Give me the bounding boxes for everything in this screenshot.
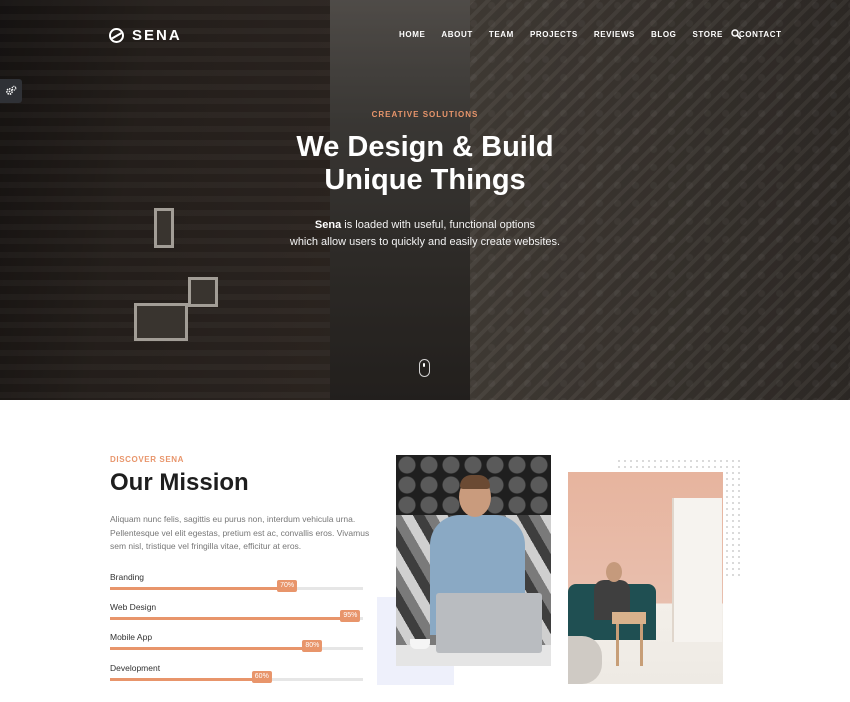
mission-eyebrow: DISCOVER SENA xyxy=(110,455,185,464)
skill-percent-badge: 60% xyxy=(251,671,272,683)
skill-percent-badge: 95% xyxy=(340,610,361,622)
photo-person-hair xyxy=(460,475,490,489)
hero-title-line-1: We Design & Build xyxy=(296,131,554,163)
skill-track: 70% xyxy=(110,580,363,592)
hero-content: CREATIVE SOLUTIONS We Design & Build Uni… xyxy=(0,110,850,251)
mission-title: Our Mission xyxy=(110,469,249,496)
skill-label: Development xyxy=(110,663,161,673)
photo-stool-leg xyxy=(616,624,619,666)
scroll-down-icon[interactable] xyxy=(419,359,430,377)
logo-icon xyxy=(109,28,124,43)
nav-item-contact[interactable]: CONTACT xyxy=(739,30,782,39)
photo-coffee-cup xyxy=(410,639,430,649)
skill-label: Branding xyxy=(110,572,145,582)
skill-track: 80% xyxy=(110,640,363,652)
nav-item-store[interactable]: STORE xyxy=(692,30,722,39)
nav-item-projects[interactable]: PROJECTS xyxy=(530,30,578,39)
skill-percent-badge: 70% xyxy=(277,580,298,592)
top-navigation: SENA HOME ABOUT TEAM PROJECTS REVIEWS BL… xyxy=(0,0,850,70)
skill-fill xyxy=(110,617,351,620)
photo-woman-with-laptop xyxy=(568,472,723,684)
hero-eyebrow: CREATIVE SOLUTIONS xyxy=(371,110,479,119)
photo-chair xyxy=(568,636,602,684)
skill-fill xyxy=(110,587,288,590)
skill-bar: Branding 70% xyxy=(110,572,363,602)
photo-person-head xyxy=(606,562,622,582)
photo-stool xyxy=(612,612,646,624)
nav-item-about[interactable]: ABOUT xyxy=(441,30,472,39)
skill-fill xyxy=(110,678,262,681)
skill-track: 95% xyxy=(110,610,363,622)
skill-percent-badge: 80% xyxy=(302,640,323,652)
nav-item-home[interactable]: HOME xyxy=(399,30,425,39)
nav-item-team[interactable]: TEAM xyxy=(489,30,514,39)
brand-logo[interactable]: SENA xyxy=(109,27,182,44)
photo-door xyxy=(672,498,722,642)
brand-name: SENA xyxy=(132,27,182,44)
hero-description-brand: Sena xyxy=(314,219,342,231)
search-icon[interactable] xyxy=(731,29,741,39)
skill-label: Mobile App xyxy=(110,632,153,642)
photo-man-with-headphones xyxy=(396,455,551,666)
nav-item-reviews[interactable]: REVIEWS xyxy=(594,30,635,39)
gears-icon xyxy=(6,85,17,95)
photo-stool-leg xyxy=(640,624,643,666)
photo-laptop xyxy=(436,593,542,653)
skill-track: 60% xyxy=(110,671,363,683)
skill-bar: Development 60% xyxy=(110,663,363,693)
nav-item-blog[interactable]: BLOG xyxy=(651,30,677,39)
hero-title: We Design & Build Unique Things xyxy=(0,131,850,197)
hero-description-line-2: which allow users to quickly and easily … xyxy=(289,236,561,248)
skill-bar: Web Design 95% xyxy=(110,602,363,632)
hero-description-line-1: is loaded with useful, functional option… xyxy=(341,219,536,231)
hero-description: Sena is loaded with useful, functional o… xyxy=(0,217,850,251)
skill-fill xyxy=(110,647,313,650)
skill-bar: Mobile App 80% xyxy=(110,632,363,662)
mission-text: Aliquam nunc felis, sagittis eu purus no… xyxy=(110,514,370,551)
hero-section: SENA HOME ABOUT TEAM PROJECTS REVIEWS BL… xyxy=(0,0,850,400)
hero-title-line-2: Unique Things xyxy=(324,164,526,196)
settings-panel-toggle[interactable] xyxy=(0,79,22,103)
skill-label: Web Design xyxy=(110,602,157,612)
